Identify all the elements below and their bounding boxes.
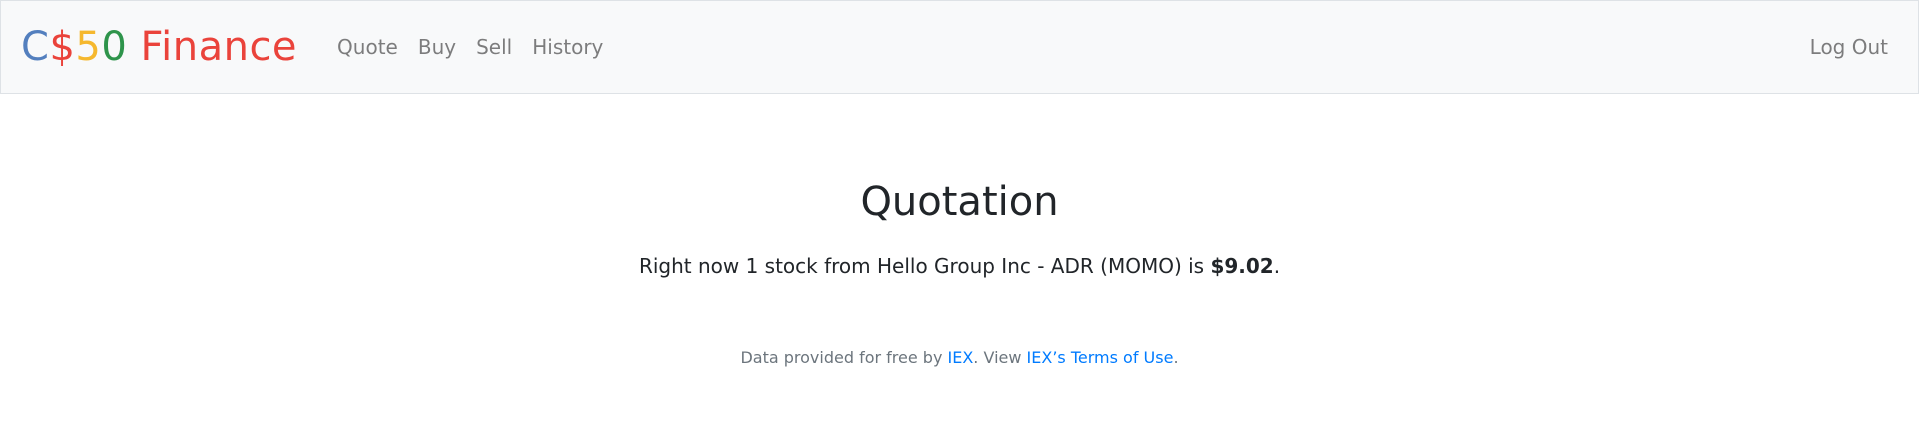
quote-suffix: .	[1273, 254, 1281, 278]
brand-c: C	[21, 24, 50, 70]
brand-dollar: $	[49, 24, 76, 70]
nav-link-history[interactable]: History	[522, 35, 613, 59]
iex-link[interactable]: IEX	[948, 348, 974, 367]
footer-middle: . View	[973, 348, 1027, 367]
brand-five: 5	[75, 24, 102, 70]
quote-prefix: Right now 1 stock from Hello Group Inc -…	[638, 254, 1211, 278]
logout-link[interactable]: Log Out	[1810, 35, 1898, 59]
brand-finance: Finance	[127, 24, 298, 70]
brand-logo[interactable]: C $ 5 0 Finance	[21, 24, 297, 70]
footer-suffix: .	[1173, 348, 1179, 367]
nav-link-buy[interactable]: Buy	[408, 35, 466, 59]
nav-links: Quote Buy Sell History	[327, 35, 613, 59]
iex-terms-link[interactable]: IEX’s Terms of Use	[1027, 348, 1174, 367]
page-title: Quotation	[860, 179, 1059, 225]
nav-link-quote[interactable]: Quote	[327, 35, 408, 59]
brand-zero: 0	[101, 24, 128, 70]
main-content: Quotation Right now 1 stock from Hello G…	[0, 178, 1919, 278]
quote-text: Right now 1 stock from Hello Group Inc -…	[0, 254, 1919, 278]
navbar: C $ 5 0 Finance Quote Buy Sell History L…	[0, 0, 1919, 94]
nav-link-sell[interactable]: Sell	[466, 35, 522, 59]
quote-price: $9.02	[1210, 254, 1274, 278]
footer: Data provided for free by IEX. View IEX’…	[0, 348, 1919, 367]
footer-prefix: Data provided for free by	[740, 348, 948, 367]
